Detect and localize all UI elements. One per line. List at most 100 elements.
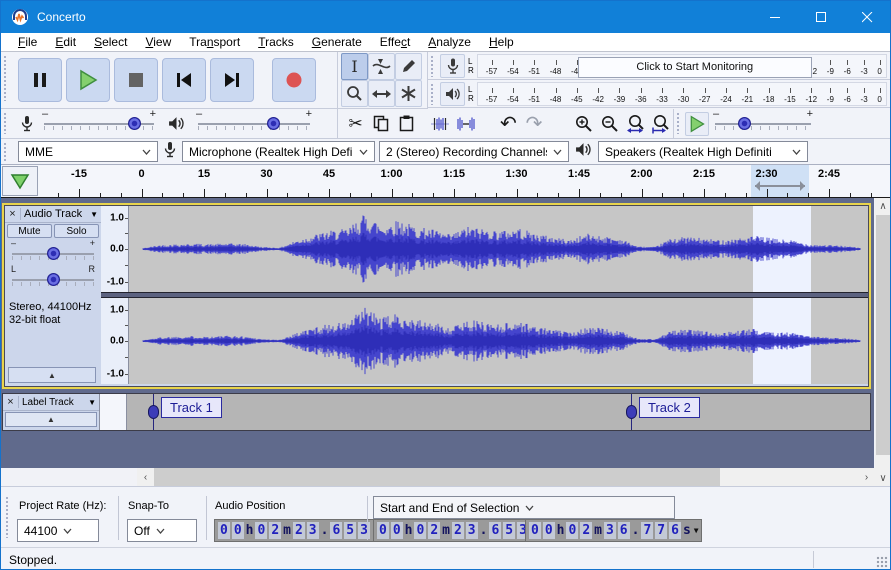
zoom-in-button[interactable] — [573, 112, 597, 136]
label-track-collapse-button[interactable]: ▲ — [5, 412, 97, 427]
audio-track-close-button[interactable]: × — [5, 208, 21, 220]
scroll-right-button[interactable]: › — [858, 468, 875, 486]
time-digit[interactable]: 2 — [451, 522, 464, 539]
time-ruler[interactable]: -15 0 15 30 45 1:00 1:15 1:30 1:45 2:00 2:15 2:30 2:… — [39, 165, 873, 197]
playback-meter-speaker-icon[interactable] — [440, 81, 465, 106]
toolbar-grip[interactable] — [3, 142, 8, 162]
time-digit[interactable]: 0 — [566, 522, 579, 539]
toolbar-grip[interactable] — [3, 55, 8, 101]
menu-view[interactable]: View — [136, 34, 180, 51]
selection-mode-select[interactable]: Start and End of Selection — [373, 496, 675, 519]
time-digit[interactable]: 3 — [358, 522, 370, 539]
maximize-button[interactable] — [798, 1, 844, 33]
playback-device-select[interactable]: Speakers (Realtek High Definiti — [598, 141, 808, 162]
multi-tool-button[interactable] — [395, 80, 422, 107]
toolbar-grip[interactable] — [676, 112, 681, 134]
draw-tool-button[interactable] — [395, 53, 422, 80]
pan-thumb[interactable] — [47, 273, 60, 286]
fit-project-button[interactable] — [649, 112, 673, 136]
label-text-box[interactable]: Track 1 — [161, 397, 222, 418]
menu-effect[interactable]: Effect — [371, 34, 419, 51]
zoom-out-button[interactable] — [598, 112, 622, 136]
audio-track-menu-caret-icon[interactable]: ▼ — [90, 210, 98, 219]
menu-select[interactable]: Select — [85, 34, 136, 51]
play-at-speed-button[interactable] — [685, 111, 709, 136]
time-digit[interactable]: 0 — [542, 522, 555, 539]
time-digit[interactable]: 0 — [255, 522, 268, 539]
audio-track-title-menu[interactable]: Audio Track — [21, 208, 90, 220]
time-digit[interactable]: 7 — [641, 522, 654, 539]
label-text-box[interactable]: Track 2 — [639, 397, 700, 418]
time-digit[interactable]: 6 — [617, 522, 630, 539]
scroll-up-button[interactable]: ∧ — [875, 198, 890, 214]
mute-button[interactable]: Mute — [7, 224, 52, 238]
menu-edit[interactable]: Edit — [46, 34, 85, 51]
copy-button[interactable] — [369, 112, 393, 136]
time-digit[interactable]: 7 — [655, 522, 668, 539]
menu-transport[interactable]: Transport — [180, 34, 249, 51]
record-meter-scale[interactable]: -57-54-51-48-45-42-39-36-33-30-27-24-21-… — [476, 53, 887, 78]
zoom-to-selection-button[interactable] — [624, 112, 648, 136]
time-digit[interactable]: 3 — [306, 522, 319, 539]
silence-audio-button[interactable] — [454, 112, 478, 136]
toolbar-grip[interactable] — [5, 496, 10, 538]
record-button[interactable] — [272, 58, 316, 102]
time-digit[interactable]: 0 — [529, 522, 541, 539]
time-digit[interactable]: 5 — [344, 522, 357, 539]
scroll-left-button[interactable]: ‹ — [137, 468, 154, 486]
time-digit[interactable]: 3 — [465, 522, 478, 539]
time-shift-tool-button[interactable] — [368, 80, 395, 107]
monitoring-tooltip[interactable]: Click to Start Monitoring — [577, 56, 812, 78]
label-track-area[interactable]: Track 1 Track 2 — [127, 394, 870, 430]
waveform-channel-right[interactable] — [129, 298, 868, 384]
playback-volume-slider[interactable]: – + — [196, 108, 312, 131]
recording-channels-select[interactable]: 2 (Stereo) Recording Channels — [379, 141, 569, 162]
time-field-caret-icon[interactable]: ▼ — [694, 526, 699, 535]
trim-audio-button[interactable] — [428, 112, 452, 136]
recording-device-select[interactable]: Microphone (Realtek High Defini — [182, 141, 375, 162]
play-speed-thumb[interactable] — [737, 116, 751, 130]
recording-volume-slider[interactable]: – + — [42, 108, 156, 131]
skip-to-start-button[interactable] — [162, 58, 206, 102]
cut-button[interactable]: ✂ — [344, 112, 368, 136]
pan-slider[interactable]: LR — [11, 264, 95, 286]
paste-button[interactable] — [395, 112, 419, 136]
time-digit[interactable]: 0 — [218, 522, 230, 539]
zoom-tool-button[interactable] — [341, 80, 368, 107]
menu-file[interactable]: File — [9, 34, 46, 51]
minimize-button[interactable] — [752, 1, 798, 33]
menu-help[interactable]: Help — [480, 34, 523, 51]
scroll-down-button[interactable]: ∨ — [875, 470, 890, 486]
play-speed-slider[interactable]: – + — [713, 108, 813, 131]
vertical-scrollbar-thumb[interactable] — [876, 215, 890, 455]
time-digit[interactable]: 2 — [269, 522, 282, 539]
time-digit[interactable]: 2 — [292, 522, 305, 539]
playback-meter-scale[interactable]: -57 -54 -51 -48 -45 -42 -39 -36 -33 -30 -27 -24 -21-… — [476, 81, 887, 106]
selection-start-field[interactable]: 00h02m23.653s▼ — [373, 519, 550, 542]
time-digit[interactable]: 0 — [231, 522, 244, 539]
time-digit[interactable]: 6 — [669, 522, 681, 539]
waveform-channel-left[interactable] — [129, 206, 868, 292]
time-digit[interactable]: 0 — [414, 522, 427, 539]
horizontal-scrollbar-thumb[interactable] — [154, 468, 720, 486]
snap-to-select[interactable]: Off — [127, 519, 197, 542]
gain-slider[interactable]: – + — [11, 238, 95, 260]
time-digit[interactable]: 0 — [390, 522, 403, 539]
time-digit[interactable]: 3 — [603, 522, 616, 539]
label-marker[interactable] — [626, 405, 637, 419]
label-track-title-menu[interactable]: Label Track — [19, 397, 88, 408]
project-rate-select[interactable]: 44100 — [17, 519, 99, 542]
selection-end-field[interactable]: 0 0 h 0 2 m 3 6. 7 7 6 s ▼ — [525, 519, 702, 542]
skip-to-end-button[interactable] — [210, 58, 254, 102]
time-digit[interactable]: 6 — [330, 522, 343, 539]
time-digit[interactable]: 0 — [377, 522, 389, 539]
audio-position-field[interactable]: 00h02m23.653s▼ — [214, 519, 391, 542]
time-digit[interactable]: 2 — [428, 522, 441, 539]
stop-button[interactable] — [114, 58, 158, 102]
pinned-play-head-button[interactable] — [2, 166, 38, 196]
label-track-close-button[interactable]: × — [3, 396, 19, 408]
toolbar-grip[interactable] — [3, 112, 8, 134]
record-meter-mic-icon[interactable] — [440, 53, 465, 78]
undo-button[interactable]: ↶ — [497, 112, 521, 136]
toolbar-grip[interactable] — [430, 83, 435, 105]
